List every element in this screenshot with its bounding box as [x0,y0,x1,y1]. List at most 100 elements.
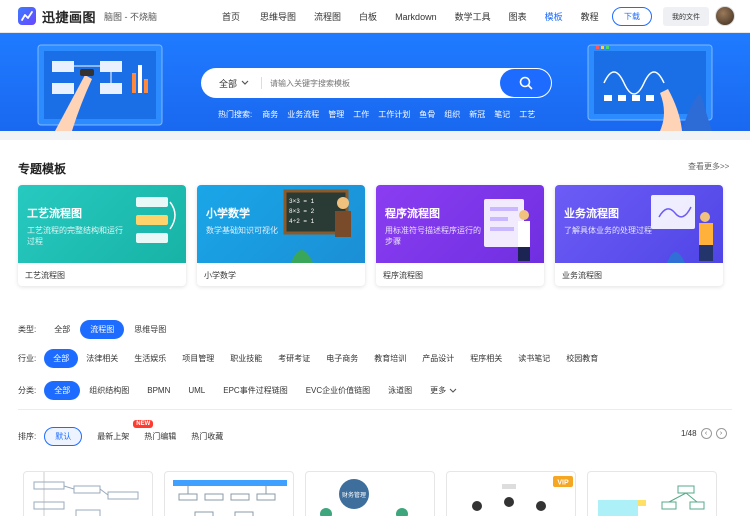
sort-newest-label: 最新上架 [97,432,130,441]
hero-banner: 全部 热门搜索: 商务业务流程管理工作工作计划鱼骨组织新冠笔记工艺 [0,33,750,131]
filter-chip-label: 全部 [53,354,70,363]
featured-card[interactable]: 工艺流程图 工艺流程的完整结构和运行过程 工艺流程图 [18,185,186,286]
filter-chip-label: 读书笔记 [518,354,551,363]
filter-chip[interactable]: 泳道图 [379,381,421,400]
sort-newest[interactable]: 最新上架 NEW [97,420,154,442]
new-badge: NEW [133,420,154,428]
filter-chip[interactable]: 生活娱乐 [126,349,174,368]
filter-chip-label: 流程图 [90,325,115,334]
template-thumbnail[interactable]: VIP [446,471,576,516]
card-illustration [136,197,176,243]
featured-card[interactable]: 业务流程图 了解具体业务的处理过程 业务流程图 [555,185,723,286]
card-cover: 业务流程图 了解具体业务的处理过程 [555,185,723,263]
filter-chip[interactable]: EPC事件过程链图 [214,381,296,400]
card-illustration [651,195,713,263]
filter-chip[interactable]: BPMN [138,381,179,400]
filter-chip[interactable]: 全部 [44,381,81,400]
filter-chip[interactable]: 读书笔记 [510,349,558,368]
nav-item[interactable]: 数学工具 [455,10,491,23]
top-nav-bar: 迅捷画图 脑图 - 不烧脑 首页 思维导图 流程图 白板 Markdown 数学工具 图表 模… [0,0,750,33]
filter-chip[interactable]: 产品设计 [414,349,462,368]
card-illustration [484,199,530,261]
hot-search-row: 热门搜索: 商务 业务流程 管理 工作 工作计划 鱼骨 组织 新冠 笔记 工艺 [218,109,544,120]
card-title: 程序流程图 [385,208,440,220]
filter-chip[interactable]: 电子商务 [318,349,366,368]
hot-search-tag[interactable]: 笔记 [494,109,510,120]
filter-chip-label: 校园教育 [566,354,599,363]
search-category-label: 全部 [219,78,238,89]
filter-chip-label: 生活娱乐 [134,354,167,363]
filter-chip[interactable]: 组织结构图 [80,381,138,400]
filter-chip[interactable]: 更多 [421,381,466,400]
hot-search-tag[interactable]: 鱼骨 [419,109,435,120]
filter-chip[interactable]: 校园教育 [558,349,606,368]
hot-search-tag[interactable]: 工作计划 [378,109,410,120]
finance-node-label: 财务管理 [342,491,366,499]
template-thumbnail[interactable] [587,471,717,516]
nav-item[interactable]: Markdown [395,12,437,22]
search-input[interactable] [270,78,491,88]
download-button[interactable]: 下载 [612,7,652,26]
filter-industry-row: 行业: 全部 法律相关 生活娱乐 项目管理 职业技能 考研考证 电子商务 教育培训 产品设计 程序相… [18,349,606,368]
filter-chip[interactable]: EVC企业价值链图 [297,381,379,400]
nav-item[interactable]: 首页 [222,10,240,23]
nav-item[interactable]: 图表 [509,10,527,23]
nav-item[interactable]: 白板 [359,10,377,23]
filter-label: 分类: [18,386,37,395]
sort-hot-edit[interactable]: 热门编辑 [144,431,176,442]
search-button[interactable] [500,69,551,97]
filter-chip[interactable]: 程序相关 [462,349,510,368]
hot-search-tag[interactable]: 商务 [262,109,278,120]
view-more-link[interactable]: 查看更多>> [688,161,729,172]
main-nav: 首页 思维导图 流程图 白板 Markdown 数学工具 图表 模板 教程 [222,0,599,33]
filter-chip[interactable]: 教育培训 [366,349,414,368]
filter-chip-label: 电子商务 [326,354,359,363]
featured-card[interactable]: 程序流程图 用标准符号描述程序运行的步骤 程序流程图 [376,185,544,286]
filter-chip[interactable]: 法律相关 [78,349,126,368]
sort-hot-favorite[interactable]: 热门收藏 [191,431,223,442]
filter-chip[interactable]: 全部 [44,320,80,339]
card-cover: 程序流程图 用标准符号描述程序运行的步骤 [376,185,544,263]
filter-chip[interactable]: 流程图 [80,320,125,339]
featured-card[interactable]: 3×3 = 1 8×3 = 2 4÷2 = 1 小学数学 数学基础知识可视化 小学数学 [197,185,365,286]
filter-chip[interactable]: 职业技能 [222,349,270,368]
search-category-dropdown[interactable]: 全部 [219,77,249,90]
hot-search-tag[interactable]: 业务流程 [287,109,319,120]
pager: 1/48 ‹ › [681,428,727,439]
svg-text:8×3 = 2: 8×3 = 2 [289,208,315,215]
card-title: 小学数学 [206,208,250,220]
filter-chip[interactable]: 全部 [44,349,79,368]
nav-item[interactable]: 思维导图 [260,10,296,23]
hot-search-tag[interactable]: 新冠 [469,109,485,120]
filter-chip-label: 全部 [54,325,71,334]
filter-chip[interactable]: 思维导图 [124,320,176,339]
card-cover: 工艺流程图 工艺流程的完整结构和运行过程 [18,185,186,263]
logo[interactable]: 迅捷画图 脑图 - 不烧脑 [18,7,157,26]
next-page-button[interactable]: › [715,428,727,439]
sort-default-button[interactable]: 默认 [44,427,83,446]
nav-item[interactable]: 教程 [581,10,599,23]
filter-chip-label: 产品设计 [422,354,455,363]
avatar[interactable] [715,6,735,26]
prev-page-button[interactable]: ‹ [700,428,712,439]
filter-chip[interactable]: UML [179,381,214,400]
chevron-down-icon [449,388,457,393]
my-files-button[interactable]: 我的文件 [663,7,709,26]
template-thumbnail[interactable] [164,471,294,516]
filter-chip[interactable]: 项目管理 [174,349,222,368]
filter-chip[interactable]: 考研考证 [270,349,318,368]
logo-text: 迅捷画图 [42,9,97,25]
hot-search-tag[interactable]: 管理 [328,109,344,120]
template-thumbnail[interactable] [23,471,153,516]
hot-search-tag[interactable]: 工作 [353,109,369,120]
filter-chip-label: UML [188,386,206,395]
template-panel: 专题模板 查看更多>> 工艺流程图 工艺流程的完整结构和运行过程 工艺流程图 3×3 … [0,140,750,516]
template-thumbnail[interactable]: 财务管理 [305,471,435,516]
nav-item[interactable]: 流程图 [314,10,341,23]
nav-item[interactable]: 模板 [545,10,563,23]
hot-search-tag[interactable]: 组织 [444,109,460,120]
page-indicator: 1/48 [681,429,697,438]
chevron-down-icon [241,80,249,85]
filter-category-row: 分类: 全部 组织结构图 BPMN UML EPC事件过程链图 EVC企业价值链图 泳道图 更多 [18,381,466,400]
hot-search-tag[interactable]: 工艺 [519,109,535,120]
